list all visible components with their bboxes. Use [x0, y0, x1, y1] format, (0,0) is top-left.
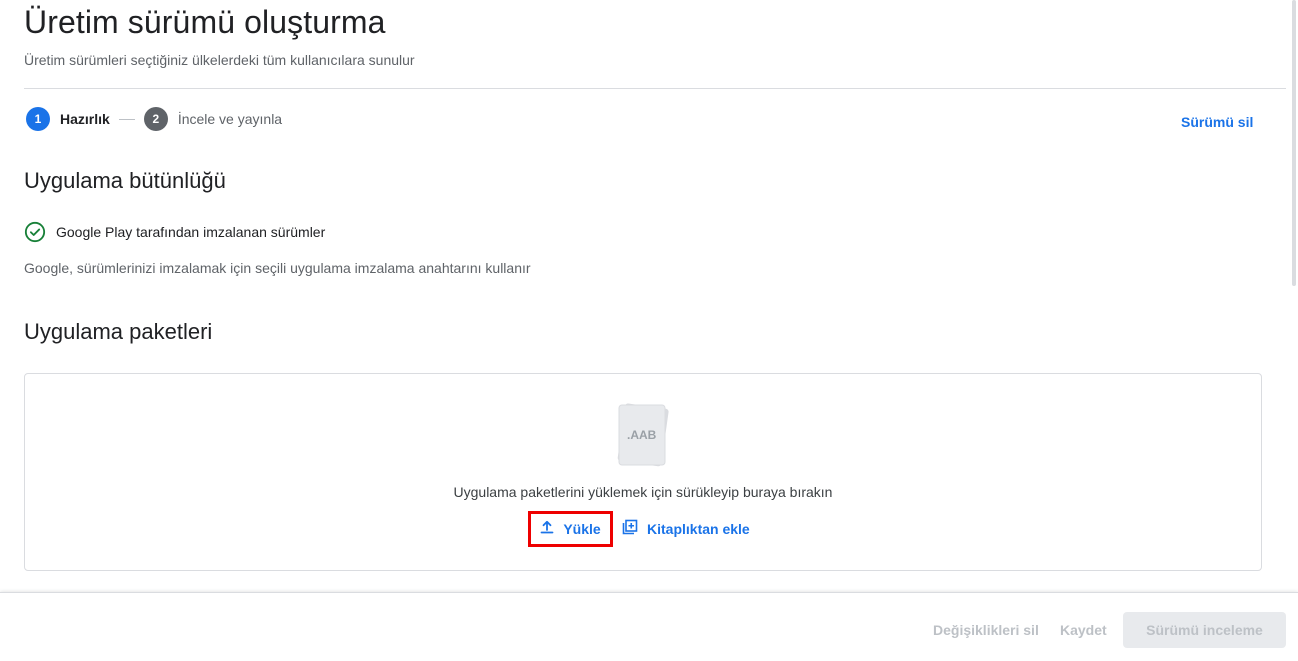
page-subtitle: Üretim sürümleri seçtiğiniz ülkelerdeki … — [24, 52, 415, 68]
app-integrity-title: Uygulama bütünlüğü — [24, 168, 226, 193]
header-divider — [24, 88, 1286, 89]
library-add-icon — [622, 519, 647, 540]
upload-button[interactable]: Yükle — [528, 511, 613, 547]
signing-description: Google, sürümlerinizi imzalamak için seç… — [24, 260, 531, 276]
step-connector — [118, 118, 135, 120]
release-page: Üretim sürümü oluşturma Üretim sürümleri… — [0, 0, 1298, 661]
add-from-library-label: Kitaplıktan ekle — [647, 521, 750, 537]
step-number-badge: 1 — [26, 107, 50, 131]
upload-label: Yükle — [563, 521, 601, 537]
stepper: 1 Hazırlık 2 İncele ve yayınla — [26, 107, 282, 131]
footer-bar: Değişiklikleri sil Kaydet Sürümü incelem… — [0, 592, 1298, 661]
step-label: İncele ve yayınla — [177, 111, 283, 127]
discard-changes-button[interactable]: Değişiklikleri sil — [933, 622, 1039, 638]
step-review-publish[interactable]: 2 İncele ve yayınla — [143, 107, 283, 131]
upload-icon — [540, 520, 563, 539]
step-prepare[interactable]: 1 Hazırlık — [26, 107, 110, 131]
save-button[interactable]: Kaydet — [1060, 622, 1107, 638]
step-number-badge: 2 — [143, 107, 168, 131]
scrollbar-thumb[interactable] — [1292, 0, 1296, 286]
app-bundles-title: Uygulama paketleri — [24, 319, 213, 344]
check-circle-icon — [24, 221, 46, 243]
step-label: Hazırlık — [60, 111, 110, 127]
signing-status-label: Google Play tarafından imzalanan sürümle… — [56, 224, 326, 240]
aab-label: .AAB — [627, 428, 657, 442]
bundle-drop-zone[interactable]: .AAB Uygulama paketlerini yüklemek için … — [24, 373, 1262, 571]
page-title: Üretim sürümü oluşturma — [24, 4, 386, 40]
signing-status: Google Play tarafından imzalanan sürümle… — [24, 221, 325, 243]
drop-instructions: Uygulama paketlerini yüklemek için sürük… — [453, 484, 833, 500]
add-from-library-button[interactable]: Kitaplıktan ekle — [622, 516, 750, 542]
review-release-button[interactable]: Sürümü inceleme — [1123, 612, 1286, 648]
aab-file-icon: .AAB — [611, 400, 677, 472]
delete-release-link[interactable]: Sürümü sil — [1181, 114, 1253, 130]
